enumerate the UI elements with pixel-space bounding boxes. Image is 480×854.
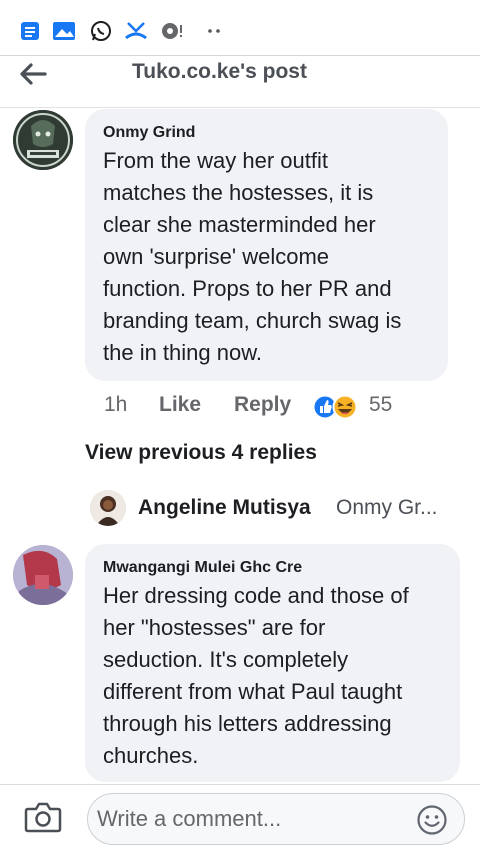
comment-actions: 1h Like Reply 55: [0, 390, 480, 424]
comment-input[interactable]: [97, 804, 397, 834]
comment-text: From the way her outfit matches the host…: [103, 148, 402, 365]
comment-input-box: [87, 793, 465, 845]
avatar[interactable]: [13, 110, 73, 170]
more-dots-icon: [206, 20, 222, 42]
avatar: [90, 490, 126, 526]
status-bar: [0, 0, 480, 56]
comment-bubble: Mwangangi Mulei Ghc Cre Her dressing cod…: [85, 544, 460, 782]
notes-icon: [20, 20, 40, 42]
camera-icon: [24, 802, 62, 833]
reply-preview-row[interactable]: Angeline Mutisya Onmy Gr...: [88, 490, 458, 526]
whatsapp-icon: [90, 20, 112, 42]
haha-reaction-icon: [332, 394, 358, 420]
reactions-summary[interactable]: [312, 394, 362, 420]
reaction-count[interactable]: 55: [369, 393, 392, 417]
camera-button[interactable]: [24, 801, 64, 835]
app-header: Tuko.co.ke's post: [0, 56, 480, 108]
comment-composer: [0, 784, 480, 854]
back-button[interactable]: [18, 62, 54, 90]
comment-author[interactable]: Mwangangi Mulei Ghc Cre: [103, 559, 302, 577]
missed-call-icon: [124, 20, 148, 42]
view-previous-replies[interactable]: View previous 4 replies: [85, 441, 317, 465]
reply-button[interactable]: Reply: [234, 393, 291, 417]
gallery-icon: [52, 20, 76, 42]
emoji-button[interactable]: [416, 804, 448, 836]
comment-bubble: Onmy Grind From the way her outfit match…: [85, 109, 448, 381]
emoji-icon: [417, 805, 447, 835]
comment-text: Her dressing code and those of her "host…: [103, 583, 409, 768]
reply-text-preview: Onmy Gr...: [336, 496, 438, 519]
arrow-left-icon: [20, 63, 47, 85]
page-title: Tuko.co.ke's post: [132, 60, 307, 83]
comment-time: 1h: [104, 393, 128, 416]
data-saver-icon: [160, 20, 184, 42]
reply-author: Angeline Mutisya: [138, 496, 311, 519]
comment-author[interactable]: Onmy Grind: [103, 124, 195, 142]
avatar[interactable]: [13, 545, 73, 605]
like-button[interactable]: Like: [159, 393, 201, 417]
